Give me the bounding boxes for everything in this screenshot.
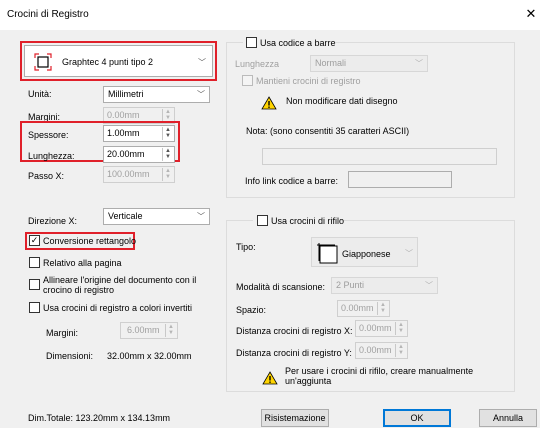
scan-mode-label: Modalità di scansione: [236, 282, 326, 292]
direction-x-label: Direzione X: [28, 216, 78, 226]
chevron-down-icon: ﹀ [415, 59, 423, 68]
trim-note-line-2: un'aggiunta [285, 376, 332, 386]
units-label: Unità: [28, 89, 52, 99]
keep-marks-label: Mantieni crocini di registro [256, 76, 361, 86]
barcode-length-label: Lunghezza [235, 59, 280, 69]
margin-value: 0.00mm [107, 110, 140, 120]
trim-mark-icon [316, 242, 338, 264]
chevron-down-icon: ﹀ [198, 58, 206, 67]
thickness-label: Spessore: [28, 130, 69, 140]
inverted-size-value: 32.00mm x 32.00mm [107, 351, 192, 361]
ok-button[interactable]: OK [383, 409, 451, 427]
trim-type-value: Giapponese [342, 249, 391, 259]
inverted-margin-spinner[interactable]: 6.00mm ▲ ▼ [120, 322, 178, 339]
mark-type-value: Graphtec 4 punti tipo 2 [62, 57, 154, 67]
dist-y-spinner[interactable]: 0.00mm ▲ ▼ [355, 342, 408, 359]
thickness-value: 1.00mm [107, 128, 140, 138]
length-spinner[interactable]: 20.00mm ▲ ▼ [103, 146, 175, 163]
spin-arrows-icon[interactable]: ▲ ▼ [395, 322, 406, 335]
window-title: Crocini di Registro [7, 9, 89, 20]
rect-conversion-label: Conversione rettangolo [43, 236, 137, 246]
inverted-colors-checkbox[interactable] [29, 302, 40, 313]
trim-type-select[interactable]: Giapponese ﹀ [311, 237, 418, 267]
barcode-length-select[interactable]: Normali ﹀ [310, 55, 428, 72]
chevron-down-icon: ﹀ [405, 249, 413, 258]
chevron-down-icon: ﹀ [197, 90, 205, 99]
inverted-size-label: Dimensioni: [46, 351, 94, 361]
spin-arrows-icon[interactable]: ▲ ▼ [162, 168, 173, 181]
align-origin-label-1: Allineare l'origine del documento con il [43, 275, 197, 285]
use-trim-checkbox[interactable] [257, 215, 268, 226]
inverted-margin-value: 6.00mm [127, 325, 160, 335]
dist-x-label: Distanza crocini di registro X: [236, 326, 353, 336]
relative-page-checkbox[interactable] [29, 257, 40, 268]
keep-marks-checkbox[interactable] [242, 75, 253, 86]
spin-arrows-icon[interactable]: ▲ ▼ [377, 302, 388, 315]
dist-x-value: 0.00mm [359, 323, 392, 333]
use-barcode-checkbox[interactable] [246, 37, 257, 48]
mark-type-select[interactable]: Graphtec 4 punti tipo 2 ﹀ [24, 45, 213, 77]
direction-x-value: Verticale [108, 211, 143, 221]
step-x-value: 100.00mm [107, 169, 150, 179]
scan-mode-select[interactable]: 2 Punti ﹀ [331, 277, 438, 294]
trim-space-value: 0.00mm [341, 303, 374, 313]
barcode-info-label: Info link codice a barre: [245, 176, 339, 186]
use-barcode-label: Usa codice a barre [260, 38, 336, 48]
length-label: Lunghezza: [28, 151, 75, 161]
warning-icon [262, 371, 278, 385]
chevron-down-icon: ﹀ [197, 212, 205, 221]
trim-note-line-1: Per usare i crocini di rifilo, creare ma… [285, 366, 474, 376]
spin-arrows-icon[interactable]: ▲ ▼ [162, 148, 173, 161]
trim-space-label: Spazio: [236, 305, 267, 315]
total-size-text: Dim.Totale: 123.20mm x 134.13mm [28, 413, 171, 423]
dist-y-value: 0.00mm [359, 345, 392, 355]
registration-mark-icon [34, 53, 52, 71]
spin-arrows-icon[interactable]: ▲ ▼ [395, 344, 406, 357]
reset-button[interactable]: Risistemazione [261, 409, 329, 427]
units-value: Millimetri [108, 89, 144, 99]
rect-conversion-checkbox[interactable]: ✓ [29, 235, 40, 246]
close-icon[interactable]: ✕ [523, 6, 539, 22]
barcode-text-field[interactable] [262, 148, 497, 165]
spin-arrows-icon[interactable]: ▲ ▼ [162, 127, 173, 140]
barcode-length-value: Normali [315, 58, 347, 68]
dist-x-spinner[interactable]: 0.00mm ▲ ▼ [355, 320, 408, 337]
thickness-spinner[interactable]: 1.00mm ▲ ▼ [103, 125, 175, 142]
align-origin-label-2: crocino di registro [43, 285, 115, 295]
chevron-down-icon: ﹀ [425, 281, 433, 290]
cancel-button[interactable]: Annulla [479, 409, 537, 427]
warning-icon [261, 96, 277, 110]
step-x-spinner[interactable]: 100.00mm ▲ ▼ [103, 166, 175, 183]
dist-y-label: Distanza crocini di registro Y: [236, 348, 352, 358]
barcode-warning-text: Non modificare dati disegno [286, 96, 398, 106]
align-origin-checkbox[interactable] [29, 279, 40, 290]
step-x-label: Passo X: [28, 171, 65, 181]
relative-page-label: Relativo alla pagina [43, 258, 122, 268]
trim-space-spinner[interactable]: 0.00mm ▲ ▼ [337, 300, 390, 317]
spin-arrows-icon[interactable]: ▲ ▼ [165, 324, 176, 337]
scan-mode-value: 2 Punti [336, 280, 365, 290]
length-value: 20.00mm [107, 149, 145, 159]
trim-type-label: Tipo: [236, 242, 256, 252]
use-trim-label: Usa crocini di rifilo [271, 216, 345, 226]
barcode-note: Nota: (sono consentiti 35 caratteri ASCI… [246, 126, 410, 136]
inverted-margin-label: Margini: [46, 328, 79, 338]
inverted-colors-label: Usa crocini di registro a colori inverti… [43, 303, 193, 313]
barcode-info-field[interactable] [348, 171, 452, 188]
units-select[interactable]: Millimetri ﹀ [103, 86, 210, 103]
direction-x-select[interactable]: Verticale ﹀ [103, 208, 210, 225]
